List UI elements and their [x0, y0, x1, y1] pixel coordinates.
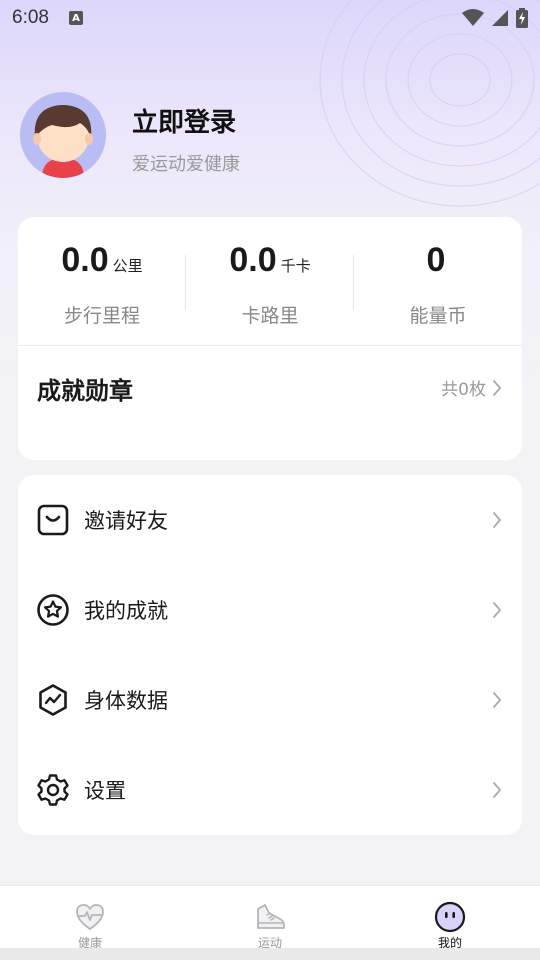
invite-icon — [37, 504, 69, 536]
menu-item-achievements[interactable]: 我的成就 — [18, 565, 522, 655]
menu-label: 身体数据 — [84, 689, 168, 713]
chevron-right-icon — [493, 782, 501, 798]
tab-mine[interactable]: 我的 — [360, 886, 540, 950]
heart-pulse-icon — [76, 904, 104, 930]
medals-count-link[interactable]: 共0枚 — [441, 375, 502, 400]
body-data-icon — [39, 684, 67, 716]
stat-value: 0 — [426, 241, 446, 279]
stat-label: 能量币 — [409, 305, 467, 327]
tab-sports[interactable]: 运动 — [180, 886, 360, 950]
status-bar: 6:08 A — [0, 0, 540, 36]
stat-label: 卡路里 — [241, 305, 299, 327]
chevron-right-icon — [493, 379, 501, 396]
medals-count: 共0枚 — [441, 380, 486, 400]
stat-value: 0.0 — [229, 241, 277, 279]
stat-calories[interactable]: 0.0 千卡 卡路里 — [186, 217, 354, 345]
status-icons — [462, 8, 528, 28]
menu-label: 设置 — [84, 779, 126, 803]
stat-divider — [353, 255, 354, 311]
chevron-right-icon — [493, 512, 501, 528]
star-badge-icon — [37, 594, 69, 626]
stat-label: 步行里程 — [63, 305, 140, 327]
wifi-icon — [462, 9, 484, 26]
avatar[interactable] — [20, 92, 106, 178]
chevron-right-icon — [493, 602, 501, 618]
login-title[interactable]: 立即登录 — [132, 102, 236, 139]
login-subtitle: 爱运动爱健康 — [132, 154, 240, 175]
face-icon — [434, 901, 466, 933]
medals-title: 成就勋章 — [37, 377, 133, 405]
notification-icon: A — [68, 11, 83, 25]
stat-unit: 公里 — [112, 257, 143, 275]
stats-row: 0.0 公里 步行里程 0.0 千卡 卡路里 0 能量币 — [18, 217, 522, 345]
stat-energy-coins[interactable]: 0 能量币 — [354, 217, 522, 345]
stat-divider — [185, 255, 186, 311]
status-time: 6:08 — [12, 7, 49, 28]
tab-health[interactable]: 健康 — [0, 886, 180, 950]
menu-label: 邀请好友 — [84, 509, 168, 533]
bottom-tab-bar: 健康 运动 我的 — [0, 885, 540, 960]
signal-icon — [492, 10, 508, 26]
divider — [18, 345, 522, 346]
system-nav-bar — [0, 948, 540, 960]
menu-item-body-data[interactable]: 身体数据 — [18, 655, 522, 745]
battery-icon — [516, 8, 528, 28]
stats-card: 0.0 公里 步行里程 0.0 千卡 卡路里 0 能量币 成就勋章 共0枚 — [18, 217, 522, 460]
stat-walk-distance[interactable]: 0.0 公里 步行里程 — [18, 217, 186, 345]
menu-card: 邀请好友 我的成就 身体数据 设置 — [18, 475, 522, 835]
stat-value: 0.0 — [61, 241, 109, 279]
menu-item-invite-friends[interactable]: 邀请好友 — [18, 475, 522, 565]
gear-icon — [37, 774, 69, 806]
menu-item-settings[interactable]: 设置 — [18, 745, 522, 835]
stat-unit: 千卡 — [280, 257, 311, 275]
avatar-face-icon — [20, 92, 106, 178]
chevron-right-icon — [493, 692, 501, 708]
sneaker-icon — [257, 904, 285, 929]
menu-label: 我的成就 — [84, 599, 168, 623]
